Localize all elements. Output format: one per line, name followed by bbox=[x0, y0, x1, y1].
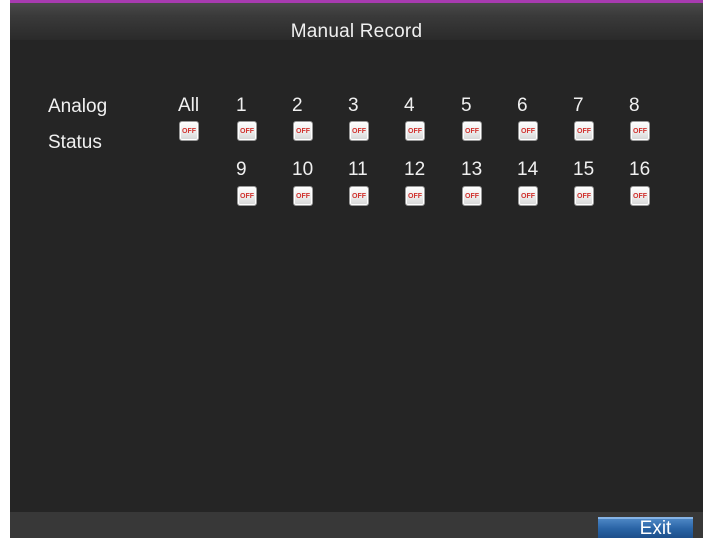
channel-record-toggle[interactable]: OFF bbox=[462, 121, 482, 141]
status-label: Status bbox=[48, 132, 102, 153]
channel-number: 7 bbox=[573, 95, 584, 116]
channel-record-toggle[interactable]: OFF bbox=[405, 121, 425, 141]
channel-number: 9 bbox=[236, 159, 247, 180]
channel-number: 15 bbox=[573, 159, 595, 180]
channel-number: 4 bbox=[404, 95, 415, 116]
channel-number: 5 bbox=[461, 95, 472, 116]
channel-number: 8 bbox=[629, 95, 640, 116]
channel-number: 16 bbox=[629, 159, 651, 180]
channel-number: 12 bbox=[404, 159, 426, 180]
channel-record-toggle[interactable]: OFF bbox=[405, 186, 425, 206]
channel-number: 10 bbox=[292, 159, 314, 180]
channel-record-toggle[interactable]: OFF bbox=[293, 121, 313, 141]
analog-label: Analog bbox=[48, 96, 108, 117]
channel-record-toggle[interactable]: OFF bbox=[630, 186, 650, 206]
all-label: All bbox=[178, 95, 200, 116]
channel-record-toggle[interactable]: OFF bbox=[518, 186, 538, 206]
channel-record-toggle[interactable]: OFF bbox=[630, 121, 650, 141]
channel-number: 3 bbox=[348, 95, 359, 116]
channel-record-toggle[interactable]: OFF bbox=[518, 121, 538, 141]
channel-record-toggle[interactable]: OFF bbox=[237, 186, 257, 206]
window-title: Manual Record bbox=[290, 21, 423, 42]
channel-record-toggle[interactable]: OFF bbox=[349, 186, 369, 206]
channel-number: 2 bbox=[292, 95, 303, 116]
channel-record-toggle[interactable]: OFF bbox=[462, 186, 482, 206]
channel-record-toggle[interactable]: OFF bbox=[293, 186, 313, 206]
title-bar: Manual Record bbox=[10, 0, 703, 42]
channel-record-toggle[interactable]: OFF bbox=[574, 121, 594, 141]
all-record-toggle[interactable]: OFF bbox=[179, 121, 199, 141]
channel-number: 13 bbox=[461, 159, 483, 180]
channel-number: 1 bbox=[236, 95, 247, 116]
channel-record-toggle[interactable]: OFF bbox=[574, 186, 594, 206]
channel-record-toggle[interactable]: OFF bbox=[349, 121, 369, 141]
channel-number: 11 bbox=[348, 159, 368, 180]
channel-record-toggle[interactable]: OFF bbox=[237, 121, 257, 141]
channel-number: 6 bbox=[517, 95, 528, 116]
channel-number: 14 bbox=[517, 159, 539, 180]
exit-button[interactable]: Exit bbox=[598, 517, 693, 538]
manual-record-window: Manual Record Analog Status All OFF 1 OFF… bbox=[10, 0, 703, 538]
